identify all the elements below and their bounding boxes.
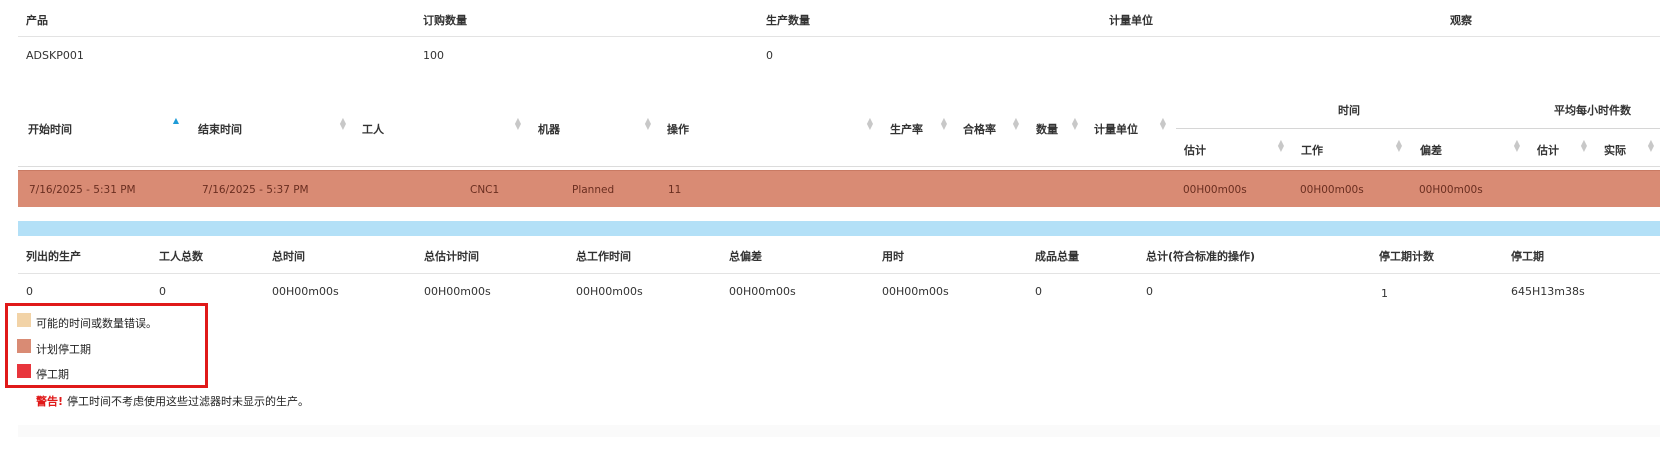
header-product: 产品 <box>26 14 48 27</box>
cell-order-qty: 100 <box>423 49 444 62</box>
column-header-quantity[interactable]: 数量 <box>1036 121 1058 137</box>
header-total-std: 总计(符合标准的操作) <box>1146 250 1256 263</box>
header-produced-qty: 生产数量 <box>766 14 810 27</box>
column-header-time-dev[interactable]: 偏差 <box>1420 142 1442 158</box>
sort-icon[interactable]: ▲ ▼ <box>866 117 874 131</box>
header-workers: 工人总数 <box>159 250 203 263</box>
column-header-rate[interactable]: 生产率 <box>890 121 923 137</box>
group-header-avg-per-hour: 平均每小时件数 <box>1554 104 1631 117</box>
column-header-worker[interactable]: 工人 <box>362 121 384 137</box>
cell-total-work: 00H00m00s <box>576 285 643 298</box>
cell-downtime: 645H13m38s <box>1511 285 1585 298</box>
column-header-avg-actual[interactable]: 实际 <box>1604 142 1626 158</box>
column-header-start-time[interactable]: 开始时间 <box>28 121 72 137</box>
cell-time-dev: 00H00m00s <box>1419 184 1483 196</box>
cell-total-std: 0 <box>1146 285 1153 298</box>
cell-listed: 0 <box>26 285 33 298</box>
sort-icon[interactable]: ▲ ▼ <box>940 117 948 131</box>
legend-label-downtime: 停工期 <box>36 368 69 381</box>
sort-icon[interactable]: ▲ ▼ <box>339 117 347 131</box>
table-row[interactable]: 7/16/2025 - 5:31 PM 7/16/2025 - 5:37 PM … <box>18 170 1660 207</box>
divider <box>18 273 1660 274</box>
header-total-dev: 总偏差 <box>729 250 762 263</box>
column-header-machine[interactable]: 机器 <box>538 121 560 137</box>
cell-time-work: 00H00m00s <box>1300 184 1364 196</box>
cell-time-est: 00H00m00s <box>1183 184 1247 196</box>
divider <box>18 36 1660 37</box>
divider <box>18 166 1660 167</box>
header-unit: 计量单位 <box>1109 14 1153 27</box>
legend-swatch-time-error <box>17 313 31 327</box>
warning-text: 停工时间不考虑使用这些过滤器时未显示的生产。 <box>67 395 310 408</box>
cell-total-dev: 00H00m00s <box>729 285 796 298</box>
sort-icon[interactable]: ▲ ▼ <box>1580 139 1588 153</box>
header-downtime: 停工期 <box>1511 250 1544 263</box>
header-total-work: 总工作时间 <box>576 250 631 263</box>
column-header-time-work[interactable]: 工作 <box>1301 142 1323 158</box>
header-elapsed: 用时 <box>882 250 904 263</box>
cell-machine: Planned <box>572 184 615 196</box>
sort-icon[interactable]: ▲ ▼ <box>1395 139 1403 153</box>
sort-icon[interactable]: ▲ ▼ <box>1012 117 1020 131</box>
table-footer-bar <box>18 221 1660 236</box>
header-total-time: 总时间 <box>272 250 305 263</box>
cell-worker: CNC1 <box>470 184 500 196</box>
warning-message: 警告! 停工时间不考虑使用这些过滤器时未显示的生产。 <box>36 393 309 409</box>
legend-swatch-planned-downtime <box>17 339 31 353</box>
header-finished: 成品总量 <box>1035 250 1079 263</box>
bottom-spacer <box>18 425 1660 437</box>
group-divider <box>1176 128 1660 129</box>
header-listed: 列出的生产 <box>26 250 81 263</box>
cell-downtime-count: 1 <box>1381 287 1388 300</box>
cell-produced-qty: 0 <box>766 49 773 62</box>
column-header-avg-est[interactable]: 估计 <box>1537 142 1559 158</box>
sort-asc-icon[interactable]: ▲▼ <box>172 117 180 130</box>
column-header-operation[interactable]: 操作 <box>667 121 689 137</box>
cell-elapsed: 00H00m00s <box>882 285 949 298</box>
cell-workers: 0 <box>159 285 166 298</box>
column-header-yield[interactable]: 合格率 <box>963 121 996 137</box>
cell-product: ADSKP001 <box>26 49 84 62</box>
sort-icon[interactable]: ▲ ▼ <box>1071 117 1079 131</box>
column-header-end-time[interactable]: 结束时间 <box>198 121 242 137</box>
cell-finished: 0 <box>1035 285 1042 298</box>
group-header-time: 时间 <box>1338 104 1360 117</box>
cell-total-est: 00H00m00s <box>424 285 491 298</box>
header-order-qty: 订购数量 <box>423 14 467 27</box>
cell-total-time: 00H00m00s <box>272 285 339 298</box>
cell-start-time: 7/16/2025 - 5:31 PM <box>29 184 136 196</box>
sort-icon[interactable]: ▲ ▼ <box>1647 139 1655 153</box>
legend-label-planned-downtime: 计划停工期 <box>36 343 91 356</box>
column-header-time-est[interactable]: 估计 <box>1184 142 1206 158</box>
sort-icon[interactable]: ▲ ▼ <box>514 117 522 131</box>
sort-icon[interactable]: ▲ ▼ <box>644 117 652 131</box>
legend-swatch-downtime <box>17 364 31 378</box>
warning-label: 警告! <box>36 395 64 408</box>
cell-operation: 11 <box>668 184 682 196</box>
header-observe: 观察 <box>1450 14 1472 27</box>
sort-icon[interactable]: ▲ ▼ <box>1159 117 1167 131</box>
sort-icon[interactable]: ▲ ▼ <box>1513 139 1521 153</box>
header-downtime-count: 停工期计数 <box>1379 250 1434 263</box>
legend-label-time-error: 可能的时间或数量错误。 <box>36 317 157 330</box>
column-header-unit[interactable]: 计量单位 <box>1094 121 1138 137</box>
sort-icon[interactable]: ▲ ▼ <box>1277 139 1285 153</box>
header-total-est: 总估计时间 <box>424 250 479 263</box>
cell-end-time: 7/16/2025 - 5:37 PM <box>202 184 309 196</box>
